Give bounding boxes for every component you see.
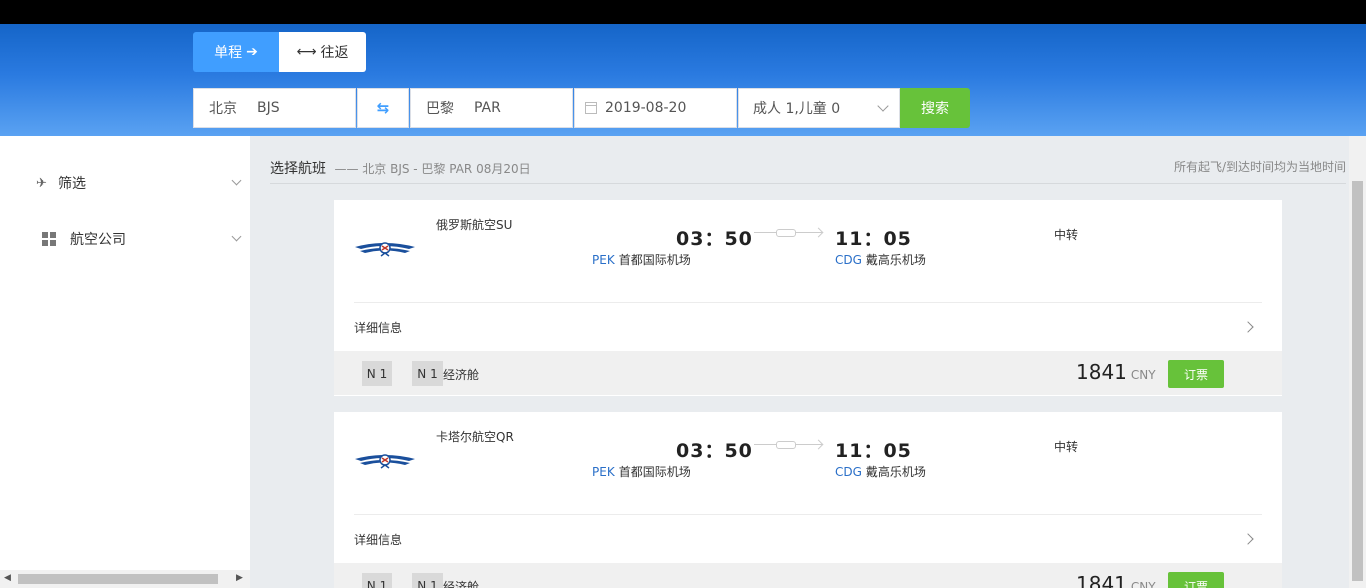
vertical-scrollbar[interactable] [1349,136,1366,588]
price-value: 1841 [1076,572,1127,588]
to-city: 巴黎 [426,101,454,117]
flight-card: 俄罗斯航空SU 03：50 11：05 PEK 首都国际机场 CDG 戴高乐机场 中… [334,200,1282,396]
book-button[interactable]: 订票 [1168,360,1224,388]
browser-top-bar [0,0,1366,24]
departure-airport: PEK 首都国际机场 [592,251,691,268]
price-currency: CNY [1130,580,1156,588]
arrival-code: CDG [835,465,862,479]
chevron-right-icon[interactable] [1242,533,1254,545]
departure-time: 03：50 [676,228,753,250]
filter-sidebar: ✈ 筛选 航空公司 [0,136,250,588]
to-city-field[interactable]: 巴黎 PAR [410,88,573,128]
chevron-down-icon [231,231,242,242]
fare-badge: N 1 [412,573,443,588]
fare-row: N 1 N 1 经济舱 1841 CNY 订票 [334,351,1282,395]
grid-icon [42,232,56,246]
departure-code: PEK [592,253,615,267]
passenger-select[interactable]: 成人 1,儿童 0 [738,88,900,128]
calendar-icon [585,102,597,114]
horizontal-scrollbar[interactable]: ◀ ▶ [0,570,250,588]
tab-oneway-label: 单程 [214,45,243,61]
tab-roundtrip[interactable]: ⟷ 往返 [279,32,366,72]
flight-card: 卡塔尔航空QR 03：50 11：05 PEK 首都国际机场 CDG 戴高乐机场 中… [334,412,1282,588]
results-header: 选择航班 —— 北京 BJS - 巴黎 PAR 08月20日 所有起飞/到达时间… [270,152,1346,184]
airline-logo-icon [355,454,415,469]
chevron-down-icon [231,175,242,186]
card-divider [354,514,1262,515]
card-divider [354,302,1262,303]
passenger-value: 成人 1,儿童 0 [753,101,841,117]
stop-info: 中转 [1054,440,1079,454]
flight-path-icon [754,229,822,237]
airline-name: 俄罗斯航空SU [436,218,513,232]
price: 1841 CNY [1076,360,1156,384]
local-time-note: 所有起飞/到达时间均为当地时间 [1173,160,1346,174]
double-arrow-icon: ⟷ [296,44,317,60]
swap-cities-button[interactable]: ⇆ [357,88,409,128]
departure-code: PEK [592,465,615,479]
arrival-code: CDG [835,253,862,267]
from-city-field[interactable]: 北京 BJS [193,88,356,128]
departure-airport-name: 首都国际机场 [618,465,691,479]
chevron-right-icon[interactable] [1242,321,1254,333]
departure-time: 03：50 [676,440,753,462]
arrow-right-icon: ➔ [246,44,258,60]
to-code: PAR [474,100,501,116]
from-code: BJS [257,100,280,116]
fare-row: N 1 N 1 经济舱 1841 CNY 订票 [334,563,1282,588]
arrival-airport-name: 戴高乐机场 [865,465,926,479]
scrollbar-thumb[interactable] [1352,181,1363,581]
arrival-airport: CDG 戴高乐机场 [835,463,926,480]
trip-type-tabs: 单程 ➔ ⟷ 往返 [193,32,366,72]
price-currency: CNY [1130,368,1156,382]
search-button[interactable]: 搜索 [900,88,970,128]
fare-badge: N 1 [362,573,392,588]
results-title: 选择航班 —— 北京 BJS - 巴黎 PAR 08月20日 [270,158,531,178]
arrival-airport-name: 戴高乐机场 [865,253,926,267]
from-city: 北京 [209,101,237,117]
scroll-right-icon[interactable]: ▶ [236,573,243,583]
details-link[interactable]: 详细信息 [354,319,402,336]
airline-logo-icon [355,242,415,257]
date-value: 2019-08-20 [605,100,687,116]
price-value: 1841 [1076,360,1127,384]
sidebar-item-label: 航空公司 [70,232,126,248]
sidebar-item-label: 筛选 [58,176,86,192]
cabin-class: 经济舱 [443,368,480,382]
departure-airport-name: 首都国际机场 [618,253,691,267]
scroll-left-icon[interactable]: ◀ [4,573,11,583]
fare-badge: N 1 [362,361,392,386]
book-button[interactable]: 订票 [1168,572,1224,588]
details-link[interactable]: 详细信息 [354,531,402,548]
arrival-time: 11：05 [835,440,912,462]
flight-path-icon [754,441,822,449]
swap-icon: ⇆ [376,99,390,117]
chevron-down-icon [877,100,889,112]
plane-icon: ✈ [36,175,47,191]
price: 1841 CNY [1076,572,1156,588]
sidebar-item-filter[interactable]: ✈ 筛选 [36,173,248,193]
scrollbar-thumb[interactable] [18,574,218,584]
arrival-airport: CDG 戴高乐机场 [835,251,926,268]
tab-oneway[interactable]: 单程 ➔ [193,32,279,72]
cabin-class: 经济舱 [443,580,480,588]
results-title-text: 选择航班 [270,161,326,177]
date-picker[interactable]: 2019-08-20 [574,88,737,128]
sidebar-item-airlines[interactable]: 航空公司 [36,229,248,249]
airline-name: 卡塔尔航空QR [436,430,514,444]
arrival-time: 11：05 [835,228,912,250]
fare-badge: N 1 [412,361,443,386]
departure-airport: PEK 首都国际机场 [592,463,691,480]
tab-roundtrip-label: 往返 [320,45,349,61]
results-route: —— 北京 BJS - 巴黎 PAR 08月20日 [334,162,531,176]
stop-info: 中转 [1054,228,1079,242]
